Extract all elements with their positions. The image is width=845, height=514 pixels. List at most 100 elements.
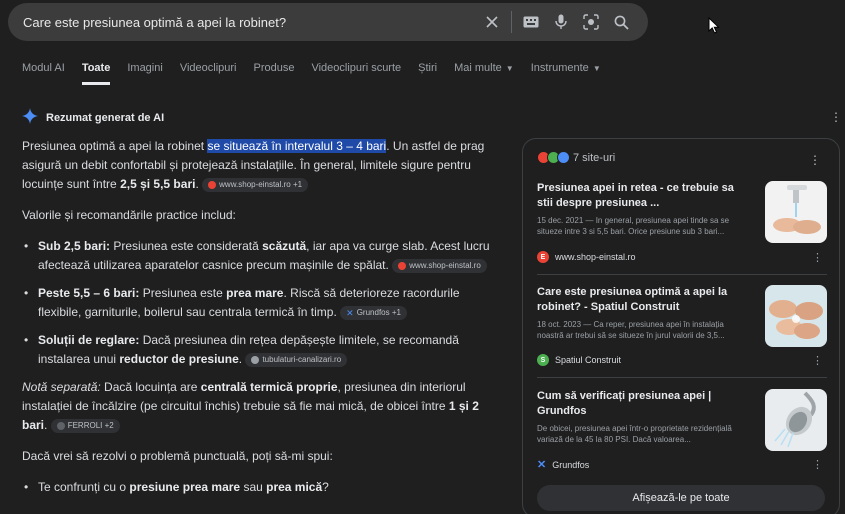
source-site[interactable]: S Spatiul Construit: [537, 354, 621, 366]
tab-instrumente[interactable]: Instrumente ▼: [531, 62, 601, 85]
show-all-button[interactable]: Afișează-le pe toate: [537, 485, 825, 511]
source-card[interactable]: Cum să verificați presiunea apei | Grund…: [537, 389, 827, 471]
answer-list: Te confrunți cu o presiune prea mare sau…: [22, 478, 497, 497]
search-tabs: Modul AI Toate Imagini Videoclipuri Prod…: [22, 62, 618, 85]
tab-produse[interactable]: Produse: [253, 62, 294, 85]
source-chip-label: www.shop-einstal.ro +1: [219, 179, 303, 189]
tab-mai-multe-label: Mai multe: [454, 62, 502, 74]
source-snippet: 15 dec. 2021 — In general, presiunea ape…: [537, 216, 730, 236]
einstal-favicon-icon: [208, 180, 217, 189]
text: Te confrunți cu o: [38, 480, 130, 494]
more-options-icon[interactable]: ⋮: [812, 251, 823, 264]
source-snippet: De obicei, presiunea apei într-o proprie…: [537, 424, 732, 444]
more-options-icon[interactable]: ⋮: [809, 153, 821, 167]
bold-text: Peste 5,5 – 6 bari:: [38, 286, 140, 300]
search-bar[interactable]: Care este presiunea optimă a apei la rob…: [8, 3, 648, 41]
more-options-icon[interactable]: ⋮: [812, 458, 823, 471]
tab-mai-multe[interactable]: Mai multe ▼: [454, 62, 514, 85]
text: Presiunea este: [139, 286, 227, 300]
tab-toate[interactable]: Toate: [81, 62, 111, 85]
bold-text: reductor de presiune: [119, 352, 239, 366]
lens-icon[interactable]: [576, 7, 606, 37]
text: .: [195, 177, 199, 191]
answer-paragraph: Notă separată: Dacă locuința are central…: [22, 378, 497, 435]
source-chip[interactable]: FERROLI +2: [50, 418, 120, 433]
answer-paragraph: Dacă vrei să rezolvi o problemă punctual…: [22, 449, 333, 463]
more-options-icon[interactable]: ⋮: [830, 110, 842, 124]
sources-panel: 7 site-uri ⋮ Presiunea apei in retea - c…: [522, 138, 840, 514]
bold-text: Sub 2,5 bari:: [38, 239, 111, 253]
source-chip[interactable]: www.shop-einstal.ro: [392, 258, 487, 273]
text: sau: [240, 480, 267, 494]
source-site-name: Spatiul Construit: [555, 355, 622, 365]
hands-faucet-thumbnail: [765, 181, 827, 243]
source-chip-label: tubulaturi-canalizari.ro: [262, 354, 342, 364]
tab-instrumente-label: Instrumente: [530, 62, 589, 74]
source-site[interactable]: ✕ Grundfos: [537, 458, 589, 471]
text: Dacă locuința are: [100, 380, 201, 394]
text: Presiunea optimă a apei la robinet: [22, 139, 208, 153]
einstal-favicon-icon: E: [537, 251, 549, 263]
list-item: Soluții de reglare: Dacă presiunea din r…: [22, 331, 497, 369]
answer-list: Sub 2,5 bari: Presiunea este considerată…: [22, 237, 497, 369]
source-snippet: 18 oct. 2023 — Ca reper, presiunea apei …: [537, 320, 725, 340]
list-item: Peste 5,5 – 6 bari: Presiunea este prea …: [22, 284, 497, 322]
source-chip[interactable]: ✕ Grundfos +1: [340, 305, 407, 320]
source-chip-label: www.shop-einstal.ro: [409, 260, 481, 270]
tab-modul-ai[interactable]: Modul AI: [22, 62, 65, 85]
bold-text: 2,5 și 5,5 bari: [120, 177, 196, 191]
washing-hands-thumbnail: [765, 285, 827, 347]
sources-header[interactable]: 7 site-uri: [537, 151, 615, 164]
tab-stiri[interactable]: Știri: [418, 62, 437, 85]
source-chip[interactable]: www.shop-einstal.ro +1: [202, 177, 309, 192]
list-item: Sub 2,5 bari: Presiunea este considerată…: [22, 237, 497, 275]
more-options-icon[interactable]: ⋮: [812, 354, 823, 367]
highlighted-text: se situează în intervalul 3 – 4 bari: [207, 139, 387, 153]
grundfos-favicon-icon: ✕: [537, 459, 547, 471]
source-card[interactable]: Presiunea apei in retea - ce trebuie sa …: [537, 181, 827, 264]
search-input[interactable]: Care este presiunea optimă a apei la rob…: [23, 15, 477, 30]
keyboard-icon[interactable]: [516, 7, 546, 37]
source-chip-label: Grundfos +1: [356, 307, 401, 317]
bold-text: centrală termică proprie: [200, 380, 338, 394]
einstal-favicon-icon: [398, 261, 407, 270]
globe-favicon-icon: [251, 355, 260, 364]
spatiul-favicon-icon: S: [537, 354, 549, 366]
tab-imagini[interactable]: Imagini: [127, 62, 162, 85]
source-chip[interactable]: tubulaturi-canalizari.ro: [245, 352, 348, 367]
italic-text: Notă separată:: [22, 380, 101, 394]
source-site-name: www.shop-einstal.ro: [555, 252, 636, 262]
ferroli-favicon-icon: [56, 421, 65, 430]
chevron-down-icon: ▼: [505, 64, 514, 73]
ai-overview-title: Rezumat generat de AI: [46, 111, 165, 124]
grundfos-favicon-icon: ✕: [346, 307, 354, 318]
search-icon[interactable]: [606, 7, 636, 37]
text: .: [238, 352, 243, 366]
sources-count: 7 site-uri: [573, 151, 616, 164]
close-icon[interactable]: [477, 7, 507, 37]
chevron-down-icon: ▼: [592, 64, 601, 73]
source-title[interactable]: Care este presiunea optimă a apei la rob…: [537, 285, 749, 315]
text: .: [44, 418, 48, 432]
source-card[interactable]: Care este presiunea optimă a apei la rob…: [537, 285, 827, 367]
ai-sparkle-icon: [22, 108, 38, 127]
mic-icon[interactable]: [546, 7, 576, 37]
ai-overview-header: Rezumat generat de AI: [22, 108, 164, 127]
source-favicons: [537, 151, 570, 164]
bold-text: prea mică: [266, 480, 323, 494]
tab-videoclipuri-scurte[interactable]: Videoclipuri scurte: [311, 62, 401, 85]
bold-text: presiune prea mare: [129, 480, 241, 494]
answer-paragraph: Valorile și recomandările practice inclu…: [22, 208, 236, 222]
tab-videoclipuri[interactable]: Videoclipuri: [180, 62, 237, 85]
source-site[interactable]: E www.shop-einstal.ro: [537, 251, 636, 263]
source-title[interactable]: Cum să verificați presiunea apei | Grund…: [537, 389, 749, 419]
answer-paragraph: Presiunea optimă a apei la robinet se si…: [22, 137, 497, 194]
text: Presiunea este considerată: [110, 239, 263, 253]
bold-text: scăzută: [262, 239, 307, 253]
ai-overview-body: Presiunea optimă a apei la robinet se si…: [22, 137, 497, 506]
divider: [537, 274, 827, 275]
source-site-name: Grundfos: [552, 459, 590, 470]
bold-text: Soluții de reglare:: [38, 333, 140, 347]
grundfos-favicon-icon: [557, 151, 570, 164]
source-title[interactable]: Presiunea apei in retea - ce trebuie sa …: [537, 181, 749, 211]
